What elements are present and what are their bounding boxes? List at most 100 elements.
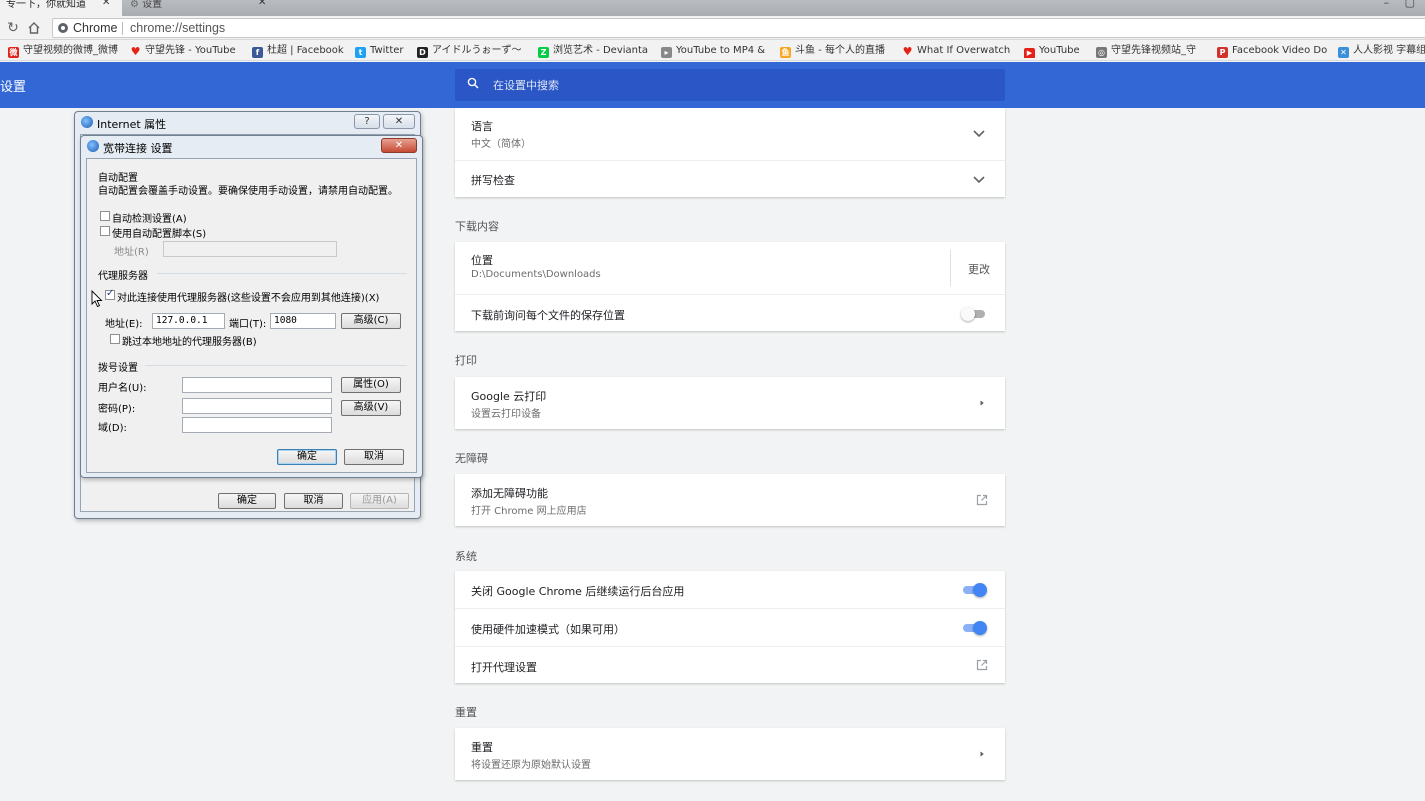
bookmark-item[interactable]: D アイドルうぉーず～ [417,44,529,58]
bookmark-item[interactable]: ▶ YouTube [1024,44,1088,58]
auto-detect-label[interactable]: 自动检测设置(A) [112,210,187,225]
bookmark-item[interactable]: P Facebook Video Do [1217,44,1331,58]
dialog-body: 自动配置 自动配置会覆盖手动设置。要确保使用手动设置，请禁用自动配置。 自动检测… [86,158,417,473]
video-icon: ▸ [661,47,672,58]
use-proxy-label[interactable]: 对此连接使用代理服务器(这些设置不会应用到其他连接)(X) [117,289,379,304]
reset-card: 重置 将设置还原为原始默认设置 [455,728,1005,780]
bookmark-item[interactable]: ✕ 人人影视 字幕组 [1338,44,1425,58]
chevron-right-icon[interactable] [979,398,985,408]
cancel-button[interactable]: 取消 [284,493,343,509]
open-external-icon[interactable] [976,659,988,671]
weibo-icon: 微 [8,47,19,58]
heart-icon: ♥ [130,45,141,58]
mouse-cursor-icon [91,290,103,308]
add-accessibility-row[interactable]: 添加无障碍功能 打开 Chrome 网上应用店 [455,474,1005,526]
bookmark-item[interactable]: ▸ YouTube to MP4 & [661,44,769,58]
script-address-input [163,241,337,257]
search-input[interactable] [491,69,991,101]
reload-icon[interactable]: ↻ [4,19,22,37]
cloud-print-label: Google 云打印 [471,390,547,403]
deviantart-icon: Z [538,47,549,58]
url-text[interactable]: chrome://settings [130,19,225,37]
help-button[interactable]: ? [354,114,380,129]
background-apps-label: 关闭 Google Chrome 后继续运行后台应用 [471,585,685,598]
background-apps-toggle[interactable] [961,583,987,597]
settings-search[interactable] [455,69,1005,101]
downloads-card: 位置 D:\Documents\Downloads 更改 下载前询问每个文件的保… [455,242,1005,331]
p-icon: P [1217,47,1228,58]
home-icon[interactable] [25,19,43,37]
toggle-knob [973,583,987,597]
chevron-down-icon[interactable] [973,176,985,184]
twitter-icon: t [355,47,366,58]
section-title-accessibility: 无障碍 [455,452,488,465]
chevron-right-icon[interactable] [979,749,985,759]
bookmark-item[interactable]: ♥ What If Overwatch [902,44,1016,58]
browser-toolbar: ↻ Chrome chrome://settings [0,16,1425,40]
bookmark-item[interactable]: t Twitter [355,44,410,58]
hardware-accel-toggle[interactable] [961,621,987,635]
download-location-row: 位置 D:\Documents\Downloads 更改 [455,242,1005,294]
divider [950,250,951,286]
group-divider [145,365,407,366]
reset-row[interactable]: 重置 将设置还原为原始默认设置 [455,728,1005,780]
bookmark-item[interactable]: ♥ 守望先锋 - YouTube [130,44,242,58]
bookmark-item[interactable]: 微守望视频的微博_微博 [8,44,122,58]
bookmark-item[interactable]: ◎ 守望先锋视频站_守 [1096,44,1208,58]
spellcheck-row[interactable]: 拼写检查 [455,160,1005,197]
dialup-advanced-button[interactable]: 高级(V) [341,400,401,416]
open-external-icon[interactable] [976,494,988,506]
bookmarks-bar: 微守望视频的微博_微博 ♥ 守望先锋 - YouTube f 杜超 | Facebo… [0,41,1425,61]
tab-close-icon[interactable]: ✕ [258,0,266,8]
toggle-knob [973,621,987,635]
properties-button[interactable]: 属性(O) [341,377,401,393]
auto-detect-checkbox[interactable] [100,211,110,221]
bookmark-item[interactable]: Z 浏览艺术 - Devianta [538,44,650,58]
auto-script-label[interactable]: 使用自动配置脚本(S) [112,225,206,240]
hardware-accel-label: 使用硬件加速模式（如果可用） [471,623,625,636]
username-input[interactable] [182,377,332,393]
bypass-local-label[interactable]: 跳过本地地址的代理服务器(B) [122,333,257,348]
tab-close-icon[interactable]: ✕ [102,0,110,8]
hardware-accel-row[interactable]: 使用硬件加速模式（如果可用） [455,608,1005,646]
ask-location-row[interactable]: 下载前询问每个文件的保存位置 [455,294,1005,331]
window-controls[interactable]: – ▢ [1384,0,1421,9]
password-input[interactable] [182,398,332,414]
dialog-title: Internet 属性 [97,118,167,131]
d-icon: D [417,47,428,58]
ask-location-toggle[interactable] [961,307,987,321]
domain-input[interactable] [182,417,332,433]
proxy-heading: 代理服务器 [98,271,148,282]
separator [122,22,123,35]
proxy-address-label: 地址(E): [105,319,143,330]
proxy-advanced-button[interactable]: 高级(C) [341,313,401,329]
use-proxy-checkbox[interactable] [105,288,115,300]
cancel-button[interactable]: 取消 [344,449,404,465]
language-row[interactable]: 语言 中文（简体） [455,108,1005,160]
bookmark-item[interactable]: f 杜超 | Facebook [252,44,347,58]
close-button[interactable]: ✕ [383,114,415,129]
proxy-settings-row[interactable]: 打开代理设置 [455,646,1005,683]
chevron-down-icon[interactable] [973,130,985,138]
ok-button[interactable]: 确定 [218,493,276,509]
tab-baidu[interactable]: 专一下，你就知道 ✕ [0,0,122,16]
change-location-button[interactable]: 更改 [968,261,990,277]
cloud-print-row[interactable]: Google 云打印 设置云打印设备 [455,377,1005,429]
rrys-icon: ✕ [1338,47,1349,58]
address-bar[interactable]: Chrome chrome://settings [52,18,1425,38]
apply-button[interactable]: 应用(A) [350,493,409,509]
auto-script-checkbox[interactable] [100,226,110,236]
bypass-local-checkbox[interactable] [110,334,120,344]
close-button[interactable]: ✕ [381,138,417,153]
bookmark-item[interactable]: 鱼斗鱼 - 每个人的直播 [780,44,890,58]
douyu-icon: 鱼 [780,47,791,58]
ok-button[interactable]: 确定 [277,449,337,465]
proxy-port-input[interactable]: 1080 [270,313,336,329]
tab-settings[interactable]: ⚙ 设置 ✕ [124,0,274,16]
internet-explorer-icon [81,116,93,128]
site-name: Chrome [73,21,118,35]
chrome-icon [58,23,68,33]
background-apps-row[interactable]: 关闭 Google Chrome 后继续运行后台应用 [455,571,1005,608]
spellcheck-label: 拼写检查 [471,174,515,187]
proxy-address-input[interactable]: 127.0.0.1 [152,313,225,329]
